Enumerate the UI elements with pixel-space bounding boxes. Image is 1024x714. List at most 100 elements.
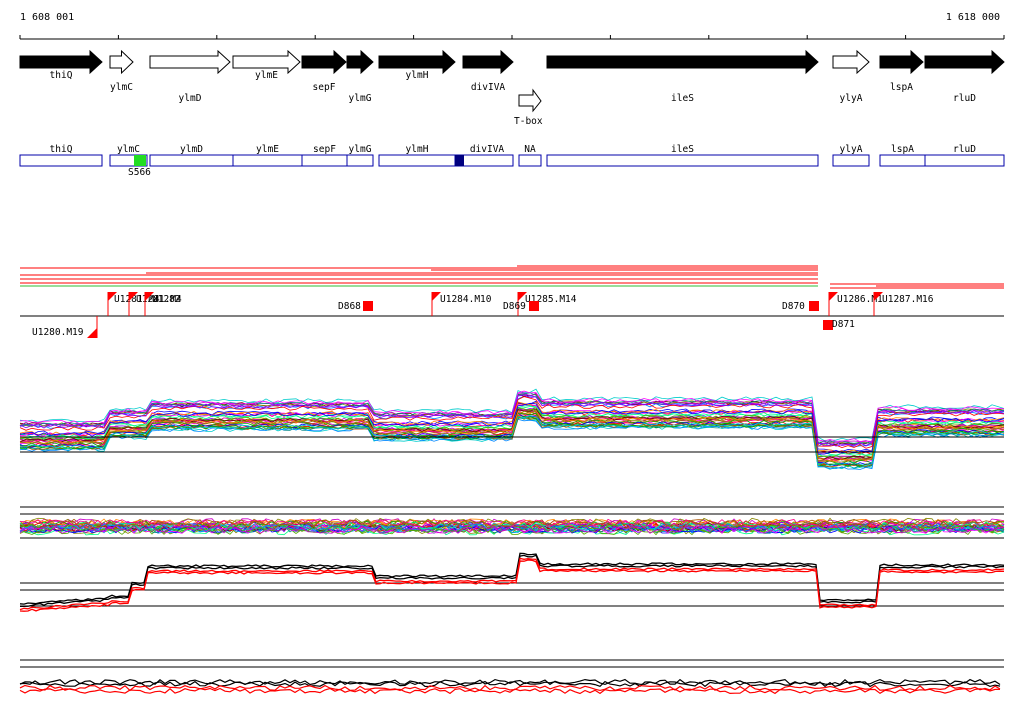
bottom-line: [19, 684, 1001, 692]
gene-sepF[interactable]: sepF: [301, 49, 347, 93]
marker-u1285-m14[interactable]: U1285.M14: [517, 292, 577, 316]
gene-label: ylmD: [179, 93, 202, 104]
region-label: ylyA: [840, 144, 863, 155]
marker-label: U1282: [152, 294, 181, 305]
expression-profiles-panel: [19, 388, 1005, 470]
region-track[interactable]: thiQ ylmC ylmD ylmE sepF ylmG ylmH divIVA NA ileS…: [19, 144, 1005, 178]
downshift-d868[interactable]: D868: [338, 301, 373, 312]
transcript-marker-track[interactable]: U1281.M4U1281.M4U1282 U1284.M10 U1285.M14 U…: [20, 292, 1004, 338]
gene-label: ylyA: [840, 93, 863, 104]
gene-divIVA[interactable]: divIVA: [462, 49, 514, 93]
downshift-label: D868: [338, 301, 361, 312]
region-label: ylmH: [406, 144, 429, 155]
region-ylyA[interactable]: ylyA: [832, 144, 870, 167]
region-rluD[interactable]: rluD: [924, 144, 1005, 167]
region-box: [301, 154, 348, 167]
region-label: ylmC: [117, 144, 140, 155]
genome-browser-view[interactable]: thiQ ylmC ylmD ylmE sepF ylmG ylmH divIVA ileS yl…: [0, 0, 1024, 714]
gene-arrow: [832, 49, 870, 75]
region-box: [832, 154, 870, 167]
bottom-profile-panel: [19, 659, 1004, 695]
region-box: [378, 154, 456, 167]
downshift-label: D871: [832, 319, 855, 330]
region-NA[interactable]: NA: [518, 144, 542, 167]
downshift-label: D870: [782, 301, 805, 312]
transcript-lines: [20, 265, 1004, 289]
region-label: rluD: [953, 144, 976, 155]
region-thiQ[interactable]: thiQ: [19, 144, 103, 167]
gene-label: rluD: [953, 93, 976, 104]
region-box: [149, 154, 234, 167]
gene-arrow: [109, 49, 134, 75]
region-label: ileS: [671, 144, 694, 155]
region-label: sepF: [313, 144, 336, 155]
gene-label: thiQ: [50, 70, 73, 81]
downshift-label: D869: [503, 301, 526, 312]
gene-arrow: [462, 49, 514, 75]
gene-ylmG[interactable]: ylmG: [346, 49, 374, 104]
downshift-box: [809, 301, 819, 311]
downshift-box: [363, 301, 373, 311]
gene-rluD[interactable]: rluD: [924, 49, 1005, 104]
region-ileS[interactable]: ileS: [546, 144, 819, 167]
region-ylmE[interactable]: ylmE: [232, 144, 303, 167]
tbox-label: T-box: [514, 116, 543, 127]
region-box: [232, 154, 303, 167]
bottom-line: [19, 687, 1000, 695]
marker-label: U1284.M10: [440, 294, 492, 305]
gene-lspA[interactable]: lspA: [879, 49, 924, 93]
summary-profile-panel: [19, 552, 1005, 612]
region-label: ylmD: [180, 144, 203, 155]
region-box: [19, 154, 103, 167]
region-label: divIVA: [470, 144, 505, 155]
region-marker-navy[interactable]: [455, 155, 464, 166]
region-marker-label: S566: [128, 167, 151, 178]
region-ylmG[interactable]: ylmG: [346, 144, 374, 167]
gene-ileS[interactable]: ileS: [546, 49, 819, 104]
region-ylmH[interactable]: ylmH: [378, 144, 456, 167]
flag: [87, 328, 97, 338]
region-label: ylmE: [256, 144, 279, 155]
gene-label: ileS: [671, 93, 694, 104]
gene-arrow: [879, 49, 924, 75]
region-label: NA: [524, 144, 536, 155]
gene-arrow: [301, 49, 347, 75]
gene-arrow: [924, 49, 1005, 75]
ruler: [19, 35, 1005, 40]
gene-track[interactable]: thiQ ylmC ylmD ylmE sepF ylmG ylmH divIVA ileS yl…: [19, 49, 1005, 104]
marker-u1284-m10[interactable]: U1284.M10: [431, 292, 492, 316]
marker-box: [134, 155, 146, 166]
region-sepF[interactable]: sepF: [301, 144, 348, 167]
gene-label: ylmC: [110, 82, 133, 93]
gene-arrow: [546, 49, 819, 75]
gene-ylmC[interactable]: ylmC: [109, 49, 134, 93]
marker-label: U1287.M16: [882, 294, 934, 305]
tbox-feature[interactable]: T-box: [514, 88, 543, 127]
gene-ylmD[interactable]: ylmD: [149, 49, 231, 104]
gene-ylmH[interactable]: ylmH: [378, 49, 456, 81]
downshift-box: [529, 301, 539, 311]
gene-ylyA[interactable]: ylyA: [832, 49, 870, 104]
region-lspA[interactable]: lspA: [879, 144, 926, 167]
region-box: [346, 154, 374, 167]
gene-label: ylmE: [255, 70, 278, 81]
marker-u1287-m16[interactable]: U1287.M16: [873, 292, 934, 316]
region-label: lspA: [891, 144, 914, 155]
marker-u1280-m19[interactable]: U1280.M19: [32, 316, 98, 338]
gene-label: lspA: [890, 82, 913, 93]
gene-arrow: [346, 49, 374, 75]
region-box: [879, 154, 926, 167]
downshift-d869[interactable]: D869: [503, 301, 539, 312]
marker-label: U1280.M19: [32, 327, 84, 338]
gene-arrow: [149, 49, 231, 75]
region-label: ylmG: [349, 144, 372, 155]
downshift-d871[interactable]: D871: [823, 319, 855, 330]
gene-ylmE[interactable]: ylmE: [232, 49, 301, 81]
gene-label: sepF: [313, 82, 336, 93]
downshift-d870[interactable]: D870: [782, 301, 819, 312]
gene-label: divIVA: [471, 82, 506, 93]
region-ylmD[interactable]: ylmD: [149, 144, 234, 167]
derivative-profiles-panel: [19, 506, 1005, 539]
region-box: [924, 154, 1005, 167]
gene-thiQ[interactable]: thiQ: [19, 49, 103, 81]
